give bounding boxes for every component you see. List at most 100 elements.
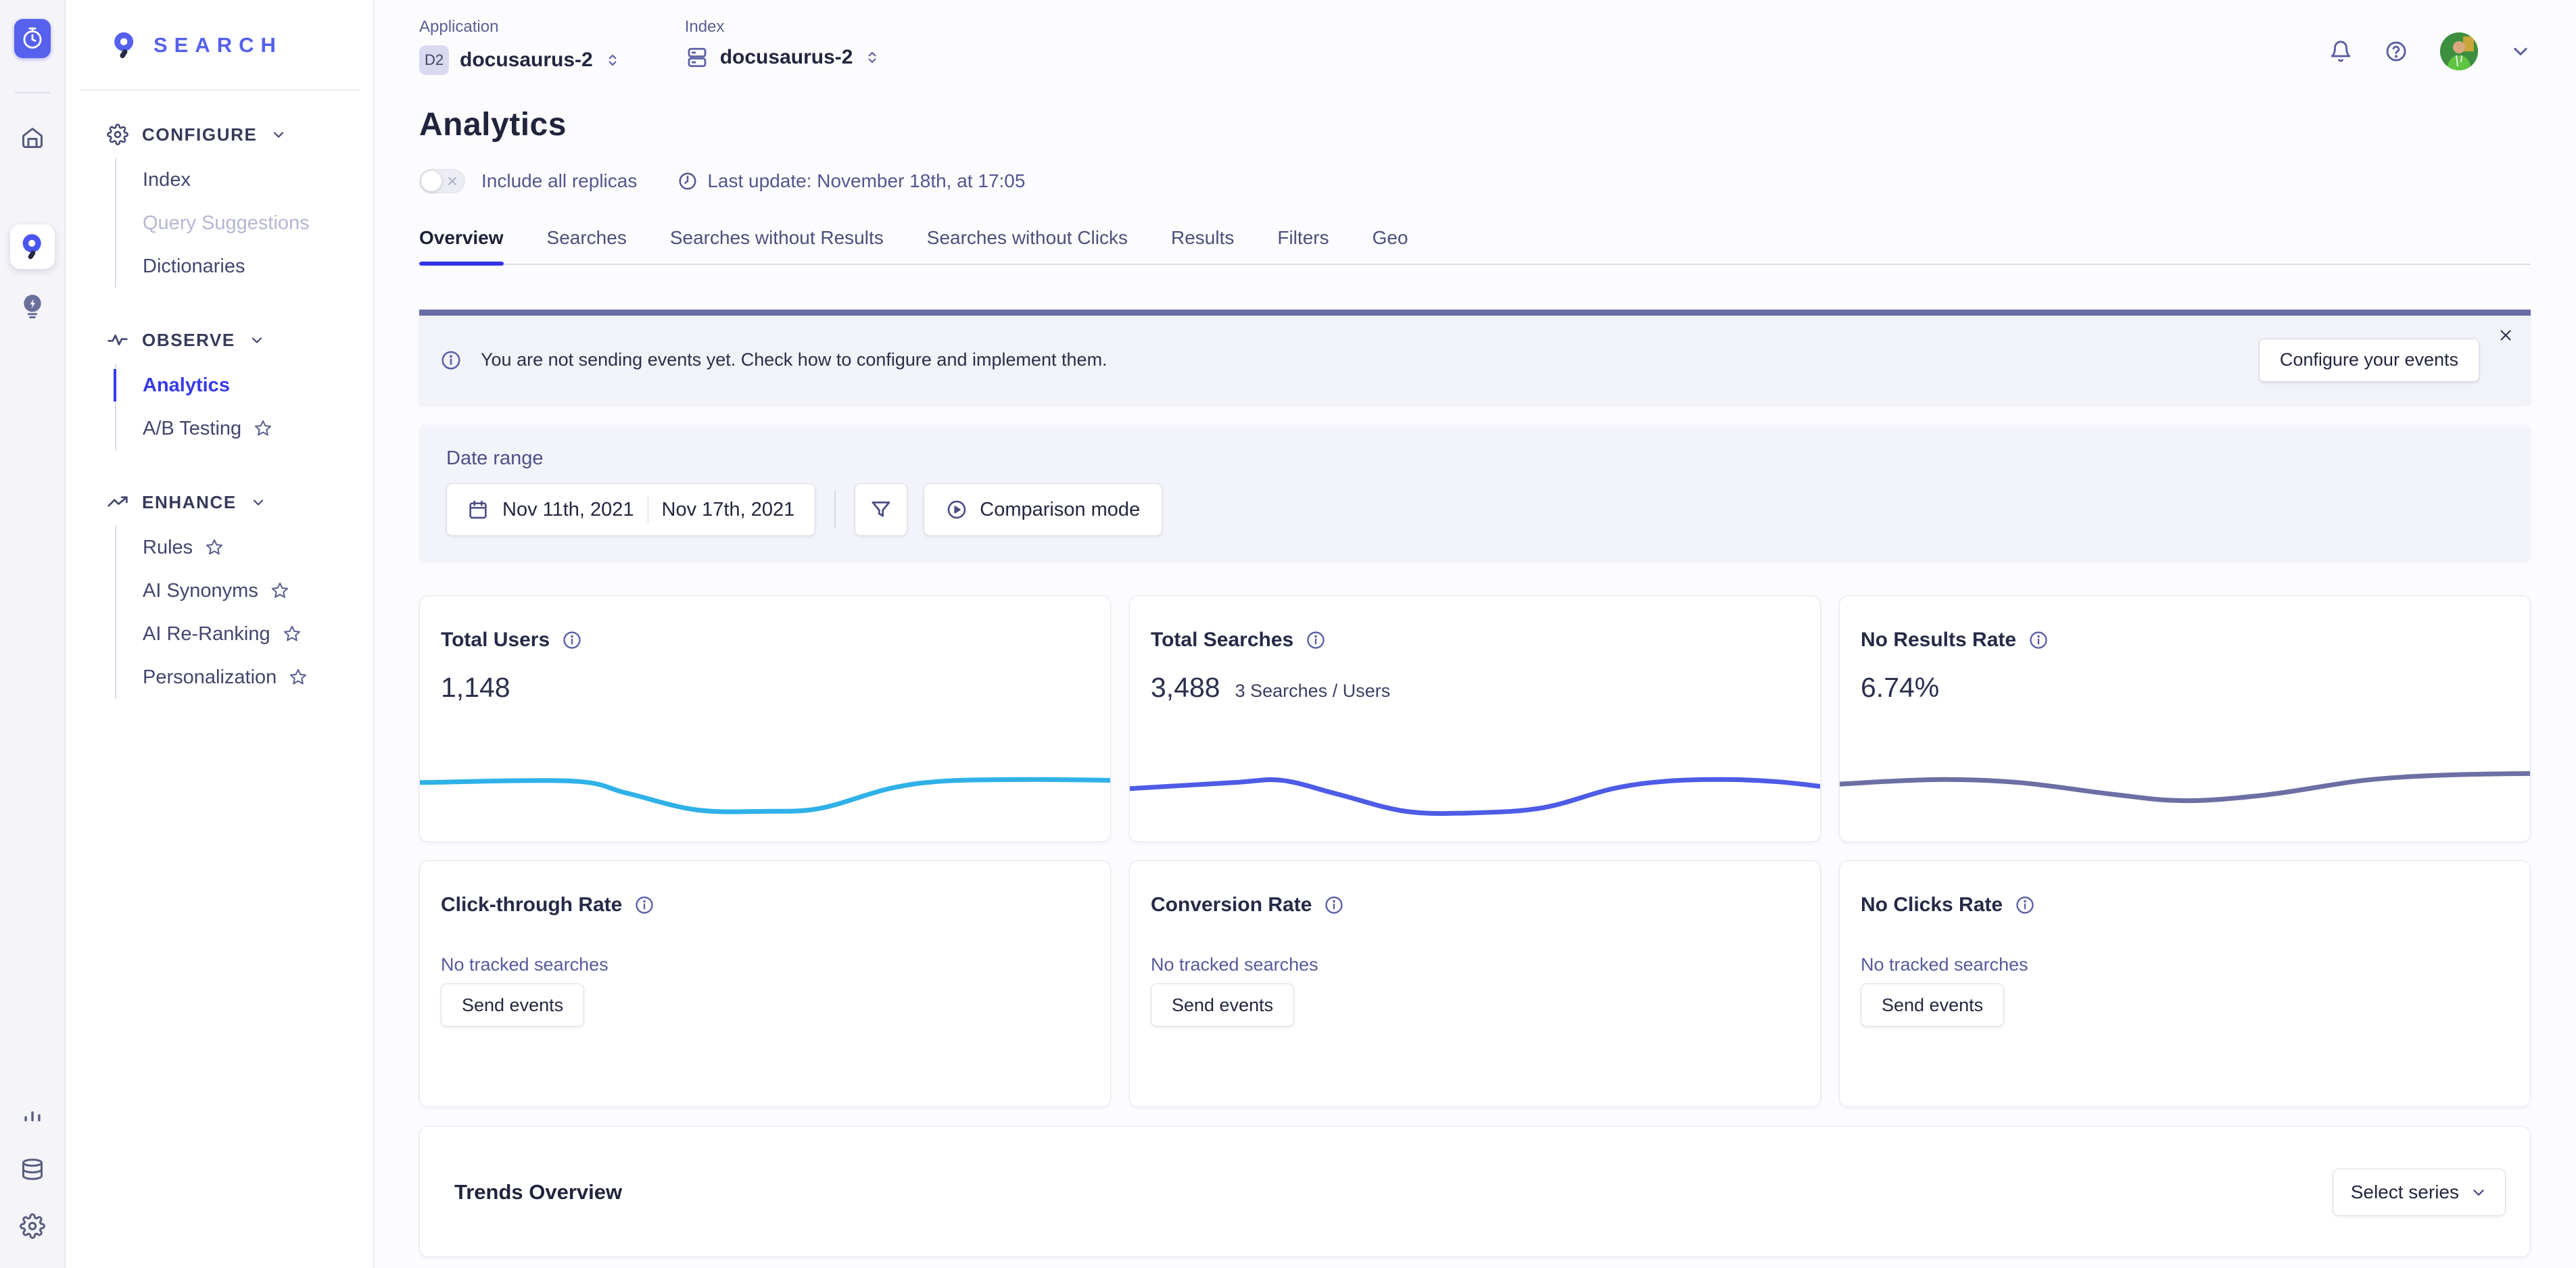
section-configure-label: CONFIGURE [142,124,257,145]
star-icon[interactable] [205,538,224,557]
replicas-toggle[interactable] [419,169,465,193]
select-series-button[interactable]: Select series [2333,1169,2506,1216]
sidebar-item-analytics[interactable]: Analytics [143,364,373,407]
last-update-text: Last update: November 18th, at 17:05 [707,170,1025,192]
index-selector: Index docusaurus-2 [685,18,882,70]
sidebar: SEARCH CONFIGURE Index Query Suggestions [66,0,375,1268]
sidebar-item-query-suggestions[interactable]: Query Suggestions [143,201,373,245]
tab-overview[interactable]: Overview [419,227,504,264]
select-caret-icon [604,51,621,69]
section-configure[interactable]: CONFIGURE [107,120,373,149]
application-value: docusaurus-2 [460,49,593,72]
send-events-button[interactable]: Send events [441,983,584,1027]
home-icon[interactable] [19,124,46,151]
sidebar-item-personalization[interactable]: Personalization [143,656,373,699]
toggle-knob [421,171,442,191]
account-chevron-icon[interactable] [2510,41,2531,62]
topbar: Application D2 docusaurus-2 Index docusa… [419,0,2531,75]
topbar-right [2329,18,2531,70]
play-circle-icon [946,499,968,520]
star-icon[interactable] [254,419,272,438]
app-timer-icon[interactable] [14,19,51,58]
info-icon[interactable] [634,895,654,915]
info-icon[interactable] [562,630,582,650]
date-range-button[interactable]: Nov 11th, 2021 Nov 17th, 2021 [446,483,815,536]
sidebar-item-label: AI Re-Ranking [143,623,270,645]
comparison-mode-button[interactable]: Comparison mode [924,483,1162,536]
card-title: Conversion Rate [1151,894,1312,917]
controls-divider [834,491,836,529]
tab-results[interactable]: Results [1171,227,1234,264]
rail-bottom-group [19,1099,46,1240]
replicas-toggle-label: Include all replicas [481,170,637,192]
star-icon[interactable] [283,625,302,643]
tab-filters[interactable]: Filters [1277,227,1329,264]
info-icon[interactable] [2028,630,2049,650]
tab-bar: Overview Searches Searches without Resul… [419,227,2531,265]
info-icon[interactable] [1324,895,1344,915]
bar-chart-icon[interactable] [19,1099,46,1126]
sidebar-nav: CONFIGURE Index Query Suggestions Dictio… [66,91,373,699]
sidebar-item-rules[interactable]: Rules [143,526,373,569]
index-select[interactable]: docusaurus-2 [685,45,882,70]
info-icon[interactable] [1306,630,1326,650]
sidebar-item-label: Index [143,169,191,191]
total-searches-sparkline [1130,746,1820,835]
index-label: Index [685,18,882,36]
icon-rail [0,0,66,1268]
star-icon[interactable] [289,668,308,687]
chevron-down-icon [270,126,287,143]
empty-state-text: No tracked searches [441,954,1089,975]
product-logo[interactable]: SEARCH [66,0,373,61]
sidebar-item-ai-reranking[interactable]: AI Re-Ranking [143,612,373,656]
card-conversion-rate: Conversion Rate No tracked searches Send… [1129,860,1821,1107]
recommend-bulb-icon[interactable] [19,292,46,319]
sidebar-item-label: A/B Testing [143,418,241,440]
sidebar-item-dictionaries[interactable]: Dictionaries [143,245,373,288]
section-enhance[interactable]: ENHANCE [107,488,373,516]
chevron-down-icon [250,494,266,510]
rail-divider [15,92,50,93]
date-end: Nov 17th, 2021 [662,499,795,521]
gear-icon[interactable] [19,1213,46,1240]
help-icon[interactable] [2385,40,2408,63]
bell-icon[interactable] [2329,40,2352,63]
card-click-through-rate: Click-through Rate No tracked searches S… [419,860,1111,1107]
application-selector: Application D2 docusaurus-2 [419,18,621,75]
avatar[interactable] [2440,32,2478,70]
chevron-down-icon [249,332,265,348]
configure-events-button[interactable]: Configure your events [2259,339,2479,382]
filter-funnel-button[interactable] [855,483,907,536]
sidebar-item-label: Dictionaries [143,255,245,278]
search-product-icon-active[interactable] [10,224,55,269]
send-events-button[interactable]: Send events [1151,983,1294,1027]
application-select[interactable]: D2 docusaurus-2 [419,45,621,75]
configure-gear-icon [107,124,128,145]
tab-searches-without-results[interactable]: Searches without Results [670,227,884,264]
sidebar-item-ai-synonyms[interactable]: AI Synonyms [143,569,373,612]
trends-overview-card: Trends Overview Select series [419,1126,2531,1257]
section-observe[interactable]: OBSERVE [107,326,373,354]
metric-cards-row1: Total Users 1,148 Total Searches 3,488 3… [419,595,2531,842]
info-icon[interactable] [2015,895,2035,915]
page-title: Analytics [419,106,2531,143]
sidebar-item-ab-testing[interactable]: A/B Testing [143,407,373,450]
tab-geo[interactable]: Geo [1373,227,1408,264]
card-no-clicks-rate: No Clicks Rate No tracked searches Send … [1839,860,2531,1107]
select-caret-icon [863,49,881,66]
database-icon[interactable] [19,1156,46,1183]
star-icon[interactable] [270,581,289,600]
tab-searches[interactable]: Searches [547,227,627,264]
tab-searches-without-clicks[interactable]: Searches without Clicks [927,227,1128,264]
close-icon[interactable] [2494,324,2517,347]
send-events-button[interactable]: Send events [1861,983,2004,1027]
sidebar-item-label: AI Synonyms [143,580,258,602]
configure-items: Index Query Suggestions Dictionaries [115,158,373,288]
card-title: No Results Rate [1861,629,2016,652]
sidebar-item-label: Personalization [143,666,277,689]
banner-message: You are not sending events yet. Check ho… [481,349,1107,370]
clock-icon [677,171,698,191]
comparison-mode-label: Comparison mode [980,499,1140,521]
sidebar-item-label: Query Suggestions [143,212,310,235]
sidebar-item-index[interactable]: Index [143,158,373,201]
